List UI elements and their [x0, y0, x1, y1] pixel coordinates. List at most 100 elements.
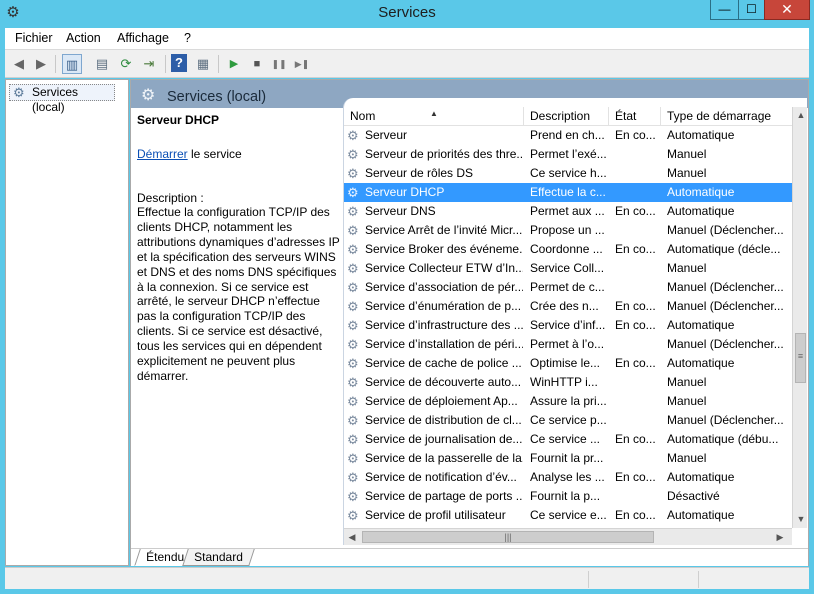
- table-row[interactable]: ⚙ Service de partage de ports ... Fournit …: [344, 487, 792, 506]
- toolbar-separator: [218, 55, 219, 73]
- table-row[interactable]: ⚙ Serveur de rôles DS Ce service h... Manue…: [344, 164, 792, 183]
- close-button[interactable]: ✕: [764, 0, 810, 20]
- forward-arrow-icon[interactable]: ▶: [31, 54, 51, 74]
- table-row[interactable]: ⚙ Service Arrêt de l’invité Micr... Propos…: [344, 221, 792, 240]
- service-description-cell: Permet à l’o...: [530, 337, 605, 351]
- gear-icon: ⚙: [347, 508, 359, 523]
- help-icon[interactable]: ?: [171, 54, 187, 72]
- service-description-cell: Permet de c...: [530, 280, 605, 294]
- table-row[interactable]: ⚙ Service de distribution de cl... Ce serv…: [344, 411, 792, 430]
- scroll-left-icon[interactable]: ◀: [344, 529, 360, 545]
- column-name[interactable]: Nom ▲: [344, 107, 524, 126]
- service-state-cell: En co...: [615, 204, 656, 218]
- table-row[interactable]: ⚙ Service Collecteur ETW d’In... Service C…: [344, 259, 792, 278]
- table-row[interactable]: ⚙ Service de profil utilisateur Ce service…: [344, 506, 792, 525]
- table-row[interactable]: ⚙ Serveur DNS Permet aux ... En co... Automa…: [344, 202, 792, 221]
- service-state-cell: En co...: [615, 299, 656, 313]
- menu-file[interactable]: Fichier: [15, 31, 53, 45]
- show-hide-tree-icon[interactable]: ▥: [62, 54, 82, 74]
- column-state[interactable]: État: [609, 107, 661, 126]
- service-name-cell: Service d’association de pér...: [365, 280, 523, 294]
- table-row-selected[interactable]: ⚙ Serveur DHCP Effectue la c... Automatique: [344, 183, 792, 202]
- service-name-cell: Service Arrêt de l’invité Micr...: [365, 223, 523, 237]
- service-startup-cell: Manuel (Déclencher...: [667, 299, 784, 313]
- scroll-right-icon[interactable]: ▶: [772, 529, 788, 545]
- menu-action[interactable]: Action: [66, 31, 101, 45]
- minimize-button[interactable]: —: [710, 0, 739, 20]
- panel-title: Services (local): [167, 89, 267, 105]
- start-service-suffix: le service: [187, 147, 242, 161]
- column-headers: Nom ▲ Description État Type de démarrage: [344, 107, 792, 126]
- horizontal-scrollbar[interactable]: ◀ ||| ▶: [344, 528, 792, 545]
- table-row[interactable]: ⚙ Service Broker des événeme... Coordonne …: [344, 240, 792, 259]
- table-row[interactable]: ⚙ Service de cache de police ... Optimise …: [344, 354, 792, 373]
- scroll-down-icon[interactable]: ▼: [793, 511, 807, 527]
- service-startup-cell: Manuel: [667, 261, 707, 275]
- menu-help[interactable]: ?: [184, 31, 191, 45]
- table-row[interactable]: ⚙ Service de journalisation de... Ce servi…: [344, 430, 792, 449]
- start-service-link[interactable]: Démarrer: [137, 147, 188, 161]
- service-name-cell: Service de cache de police ...: [365, 356, 522, 370]
- service-state-cell: En co...: [615, 432, 656, 446]
- scrollbar-thumb[interactable]: ≡: [795, 332, 806, 383]
- table-row[interactable]: ⚙ Service de la passerelle de la... Fourni…: [344, 449, 792, 468]
- table-row[interactable]: ⚙ Service de notification d’év... Analyse …: [344, 468, 792, 487]
- service-description-cell: Effectue la c...: [530, 185, 606, 199]
- service-name-cell: Service de la passerelle de la...: [365, 451, 523, 465]
- gear-icon: ⚙: [347, 432, 359, 447]
- service-name-cell: Serveur: [365, 128, 408, 142]
- table-row[interactable]: ⚙ Serveur de priorités des thre... Permet …: [344, 145, 792, 164]
- service-description-cell: Coordonne ...: [530, 242, 603, 256]
- refresh-icon[interactable]: ⟳: [116, 54, 136, 74]
- service-startup-cell: Automatique: [667, 128, 735, 142]
- table-row[interactable]: ⚙ Serveur Prend en ch... En co... Automatiqu…: [344, 126, 792, 145]
- pause-service-icon[interactable]: ❚❚: [269, 54, 289, 74]
- horizontal-scrollbar-thumb[interactable]: |||: [362, 531, 654, 543]
- service-description-cell: Analyse les ...: [530, 470, 605, 484]
- table-row[interactable]: ⚙ Service de découverte auto... WinHTTP i.…: [344, 373, 792, 392]
- service-state-cell: En co...: [615, 242, 656, 256]
- service-description-cell: Ce service e...: [530, 508, 607, 522]
- tab-standard[interactable]: Standard: [182, 549, 255, 566]
- service-details: Serveur DHCP Démarrer le service Descrip…: [137, 113, 341, 384]
- help-panel-icon[interactable]: ▦: [193, 54, 213, 74]
- table-row[interactable]: ⚙ Service d’énumération de p... Crée des n…: [344, 297, 792, 316]
- table-row[interactable]: ⚙ Service d’infrastructure des ... Service…: [344, 316, 792, 335]
- service-description-cell: Permet aux ...: [530, 204, 605, 218]
- service-startup-cell: Automatique (décle...: [667, 242, 781, 256]
- column-startup-type[interactable]: Type de démarrage: [661, 107, 792, 126]
- properties-icon[interactable]: ▤: [92, 54, 112, 74]
- export-list-icon[interactable]: ⇥: [139, 54, 159, 74]
- service-state-cell: En co...: [615, 508, 656, 522]
- table-row[interactable]: ⚙ Service de déploiement Ap... Assure la p…: [344, 392, 792, 411]
- vertical-scrollbar[interactable]: ▲ ≡ ▼: [792, 107, 807, 528]
- service-description-cell: WinHTTP i...: [530, 375, 598, 389]
- scroll-up-icon[interactable]: ▲: [793, 107, 807, 123]
- rows-container: ⚙ Serveur Prend en ch... En co... Automatiqu…: [344, 126, 792, 525]
- menu-view[interactable]: Affichage: [117, 31, 169, 45]
- start-service-icon[interactable]: ▶: [224, 54, 244, 74]
- table-row[interactable]: ⚙ Service d’association de pér... Permet d…: [344, 278, 792, 297]
- service-state-cell: En co...: [615, 356, 656, 370]
- column-description[interactable]: Description: [524, 107, 609, 126]
- service-startup-cell: Automatique: [667, 318, 735, 332]
- maximize-button[interactable]: ☐: [738, 0, 765, 20]
- service-startup-cell: Automatique: [667, 204, 735, 218]
- service-startup-cell: Manuel (Déclencher...: [667, 280, 784, 294]
- gear-icon: ⚙: [141, 87, 156, 104]
- gear-icon: ⚙: [347, 375, 359, 390]
- title-bar: ⚙ Services — ☐ ✕: [0, 0, 814, 28]
- stop-service-icon[interactable]: ■: [247, 54, 267, 74]
- gear-icon: ⚙: [347, 394, 359, 409]
- service-description-cell: Ce service h...: [530, 166, 607, 180]
- gear-icon: ⚙: [13, 85, 25, 100]
- back-arrow-icon[interactable]: ◀: [9, 54, 29, 74]
- service-name-cell: Serveur de rôles DS: [365, 166, 474, 180]
- table-row[interactable]: ⚙ Service d’installation de péri... Permet…: [344, 335, 792, 354]
- service-name-cell: Service d’énumération de p...: [365, 299, 522, 313]
- tree-item-services-local[interactable]: ⚙ Services (local): [9, 84, 115, 114]
- service-name-cell: Service de déploiement Ap...: [365, 394, 518, 408]
- status-separator: [588, 571, 589, 588]
- restart-service-icon[interactable]: ▶❚: [292, 54, 312, 74]
- menu-bar: Fichier Action Affichage ?: [5, 28, 809, 50]
